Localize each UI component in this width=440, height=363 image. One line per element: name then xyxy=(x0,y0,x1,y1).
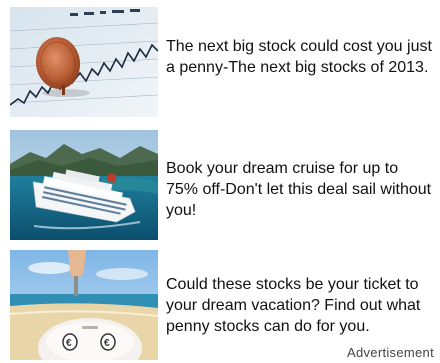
advertisement-label: Advertisement xyxy=(347,345,434,360)
piggy-bank-beach-thumbnail[interactable]: € € xyxy=(10,250,158,360)
ad-panel: The next big stock could cost you just a… xyxy=(0,0,440,363)
ad-text[interactable]: Could these stocks be your ticket to you… xyxy=(166,274,434,337)
ad-item-cruise[interactable]: Book your dream cruise for up to 75% off… xyxy=(0,124,440,240)
ad-text[interactable]: Book your dream cruise for up to 75% off… xyxy=(166,158,434,221)
ad-item-penny-stock[interactable]: The next big stock could cost you just a… xyxy=(0,0,440,117)
svg-text:€: € xyxy=(104,338,110,349)
ad-text[interactable]: The next big stock could cost you just a… xyxy=(166,36,434,78)
cruise-ship-thumbnail[interactable] xyxy=(10,130,158,240)
stock-chart-penny-thumbnail[interactable] xyxy=(10,7,158,117)
svg-text:€: € xyxy=(66,338,72,349)
